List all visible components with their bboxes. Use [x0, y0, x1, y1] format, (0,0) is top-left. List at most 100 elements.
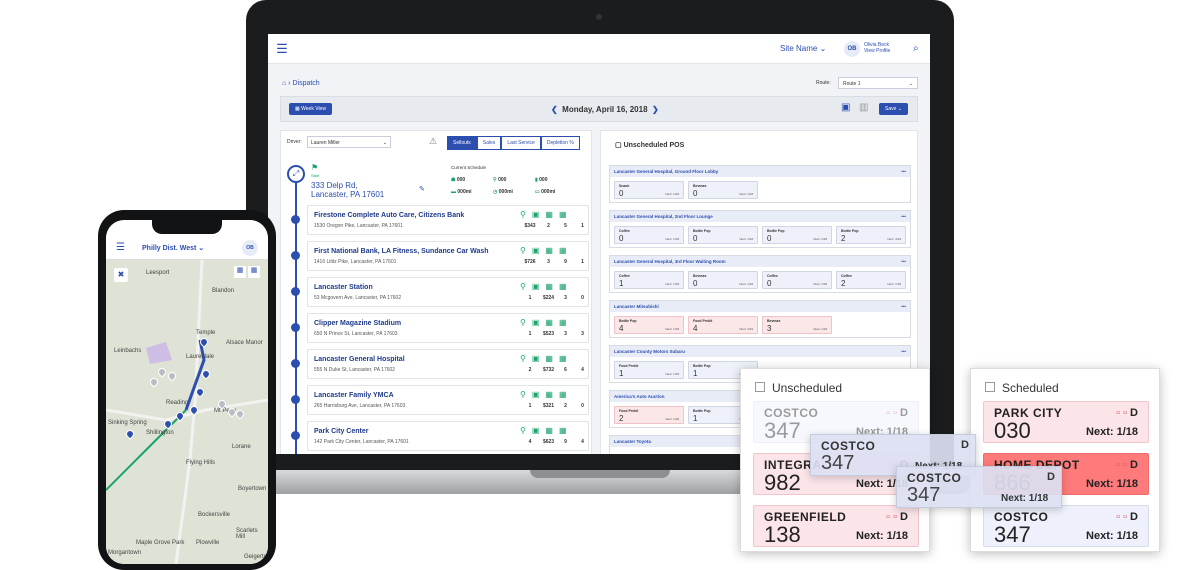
machine-chip[interactable]: Coffee 2 Next: 1/18 — [836, 271, 906, 289]
checkbox-icon[interactable]: ▫ — [893, 407, 897, 419]
stop-address: 265 Harrisburg Ave, Lancaster, PA 17603 — [314, 403, 406, 409]
stop-address: 555 N Duke St, Lancaster, PA 17602 — [314, 367, 396, 373]
district-selector[interactable]: Philly Dist. West ⌄ — [142, 244, 204, 252]
location-name[interactable]: Lancaster Mitsubishi — [614, 304, 659, 309]
checkbox-icon[interactable]: ▫ — [886, 511, 890, 523]
machine-name: Coffee — [767, 274, 778, 278]
machine-chip[interactable]: Bevmax 0 Next: 1/18 — [688, 271, 758, 289]
tab-sellouts[interactable]: Sellouts — [447, 136, 477, 150]
checkbox-icon[interactable]: ▫ — [1123, 511, 1127, 523]
stop-value: 3 — [564, 295, 567, 301]
machine-value: 0 — [767, 279, 772, 288]
stop-value: 3 — [564, 331, 567, 337]
stop-card[interactable]: Lancaster Family YMCA 265 Harrisburg Ave,… — [307, 385, 589, 415]
week-view-button[interactable]: ▦ Week View — [289, 103, 332, 115]
checkbox-icon[interactable]: ▫ — [886, 407, 890, 419]
drag-card-next: Next: 1/18 — [1001, 493, 1049, 504]
machine-name: Bottle Pop — [693, 409, 711, 413]
tab-last-service[interactable]: Last Service — [501, 136, 541, 150]
prev-day-icon[interactable]: ❮ — [551, 105, 558, 114]
warning-icon: ⚠ — [429, 136, 438, 146]
breadcrumb-dispatch[interactable]: Dispatch — [292, 80, 319, 87]
home-icon[interactable]: ⌂ — [282, 80, 286, 87]
tab-sales[interactable]: Sales — [476, 136, 502, 150]
checkbox-icon[interactable]: ▫ — [1116, 511, 1120, 523]
calendar-view-icon[interactable]: ▣ — [841, 102, 850, 113]
machine-chip[interactable]: Bottle Pop 0 Next: 1/18 — [688, 226, 758, 244]
stop-value: 1 — [528, 403, 532, 409]
next-day-icon[interactable]: ❯ — [652, 105, 659, 114]
stop-address: 1530 Oregon Pike, Lancaster, PA 17601 — [314, 223, 403, 229]
checkbox-icon[interactable]: ▫ — [1116, 407, 1120, 419]
machine-chip[interactable]: Bottle Pop 0 Next: 1/18 — [762, 226, 832, 244]
route-map[interactable]: ✖ ▦ ▦ Leesport Blandon Temple Alsace Manor L… — [106, 260, 268, 564]
machine-card[interactable]: COSTCO 347 ▫ ▫ D Next: 1/18 — [983, 505, 1149, 547]
machine-card[interactable]: GREENFIELD 138 ▫ ▫ D Next: 1/18 — [753, 505, 919, 547]
machine-chip[interactable]: Food Prekit 2 Next: 1/18 — [614, 406, 684, 424]
drag-card-number: 347 — [907, 484, 941, 506]
machine-chip[interactable]: Snack 0 Next: 1/18 — [614, 181, 684, 199]
stop-card[interactable]: Lancaster General Hospital 555 N Duke St,… — [307, 349, 589, 379]
more-icon[interactable]: ••• — [901, 304, 906, 309]
stop-card[interactable]: Lancaster Station 53 Mcgovern Ave, Lancas… — [307, 277, 589, 307]
machine-chip[interactable]: Coffee 0 Next: 1/18 — [762, 271, 832, 289]
site-selector[interactable]: Site Name ⌄ — [780, 44, 826, 53]
avatar[interactable]: OB — [844, 41, 860, 57]
stop-values: 1 $321 2 0 — [520, 403, 591, 409]
checkbox-icon[interactable]: ▫ — [1123, 459, 1127, 471]
stop-card[interactable]: First National Bank, LA Fitness, Sundanc… — [307, 241, 589, 271]
user-block[interactable]: Olivia Beck View Profile — [864, 42, 890, 54]
machine-chip[interactable]: Bevmax 3 Next: 1/18 — [762, 316, 832, 334]
stop-value: 0 — [581, 295, 584, 301]
machine-name: Bevmax — [693, 184, 707, 188]
menu-icon[interactable]: ☰ — [274, 41, 290, 57]
location-name[interactable]: Lancaster General Hospital, 3rd Floor Wa… — [614, 259, 726, 264]
menu-icon[interactable]: ☰ — [116, 242, 125, 253]
location-name[interactable]: Lancaster General Hospital, 2nd Floor Lo… — [614, 214, 713, 219]
machine-value: 0 — [619, 189, 624, 198]
town-label: Scarlets Mill — [236, 528, 258, 540]
machine-chip[interactable]: Bottle Pop 2 Next: 4/19 — [836, 226, 906, 244]
search-icon[interactable]: ⌕ — [913, 43, 919, 54]
tab-depletion[interactable]: Depletion % — [540, 136, 580, 150]
route-select[interactable]: Route 1 ⌄ — [838, 77, 918, 89]
avatar[interactable]: OB — [242, 240, 258, 256]
stat-time-value: 000mi — [498, 189, 513, 195]
location-name[interactable]: Lancaster General Hospital, Ground Floor… — [614, 169, 718, 174]
checkbox-icon[interactable]: ▫ — [893, 511, 897, 523]
location-name[interactable]: America's Auto Auction — [614, 394, 665, 399]
checkbox-icon[interactable]: ▫ — [1123, 407, 1127, 419]
breadcrumb: ⌂ › Dispatch — [282, 80, 320, 87]
stop-value: 0 — [581, 403, 584, 409]
machine-chip[interactable]: Coffee 0 Next: 1/18 — [614, 226, 684, 244]
stop-value: 1 — [581, 259, 584, 265]
location-name[interactable]: Lancaster Toyota — [614, 439, 651, 444]
location-name[interactable]: Lancaster County Motors Subaru — [614, 349, 685, 354]
machine-card[interactable]: PARK CITY 030 ▫ ▫ D Next: 1/18 — [983, 401, 1149, 443]
driver-select[interactable]: Lauren Miller ⌄ — [307, 136, 391, 148]
machine-chip[interactable]: Food Prekit 1 Next: 1/18 — [614, 361, 684, 379]
machine-card-number: 347 — [764, 418, 801, 443]
machine-next: Next: 4/19 — [739, 327, 753, 331]
view-profile-link[interactable]: View Profile — [864, 48, 890, 54]
stat-people-value: 000 — [456, 177, 466, 183]
dragging-card[interactable]: COSTCO347 D Next: 1/18 — [896, 466, 1062, 508]
stop-card[interactable]: Park City Center 142 Park City Center, La… — [307, 421, 589, 451]
more-icon[interactable]: ••• — [901, 214, 906, 219]
machine-chip[interactable]: Bottle Pop 4 Next: 1/18 — [614, 316, 684, 334]
checkbox-icon[interactable]: ▫ — [1116, 459, 1120, 471]
more-icon[interactable]: ••• — [901, 169, 906, 174]
stop-card[interactable]: Clipper Magazine Stadium 650 N Prince St,… — [307, 313, 589, 343]
machine-chip[interactable]: Coffee 1 Next: 1/18 — [614, 271, 684, 289]
save-button[interactable]: Save ⌄ — [879, 103, 908, 115]
machine-chip[interactable]: Food Prekit 4 Next: 4/19 — [688, 316, 758, 334]
edit-icon[interactable]: ✎ — [419, 185, 425, 193]
pin-icon: ⚲ — [520, 246, 532, 255]
machine-chip[interactable]: Bevmax 0 Next: 1/18 — [688, 181, 758, 199]
stop-value: 1 — [581, 223, 584, 229]
machine-card-next: Next: 1/18 — [1086, 530, 1138, 542]
map-view-icon[interactable]: ▥ — [859, 102, 868, 113]
stop-card[interactable]: Firestone Complete Auto Care, Citizens B… — [307, 205, 589, 235]
more-icon[interactable]: ••• — [901, 349, 906, 354]
more-icon[interactable]: ••• — [901, 259, 906, 264]
